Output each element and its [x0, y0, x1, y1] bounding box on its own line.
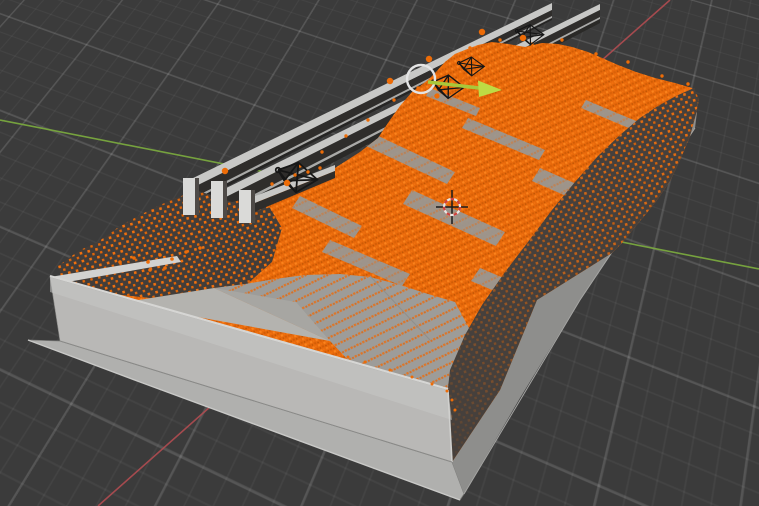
- 3d-viewport[interactable]: [0, 0, 759, 506]
- support-post[interactable]: [183, 178, 199, 215]
- scene-canvas: [0, 0, 759, 506]
- support-post[interactable]: [211, 181, 227, 218]
- support-post[interactable]: [239, 190, 255, 223]
